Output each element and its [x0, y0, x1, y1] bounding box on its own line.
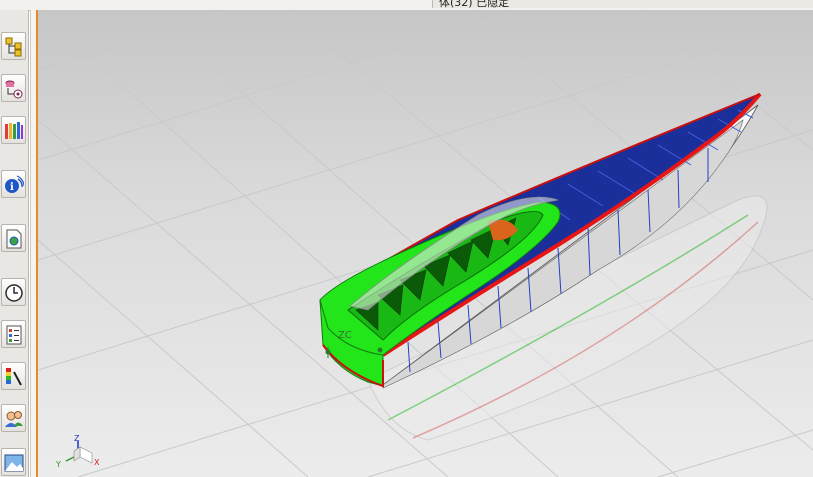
reuse-library-icon [5, 122, 23, 139]
web-browser-button[interactable] [1, 224, 26, 252]
model-view: Z Y X [38, 10, 813, 477]
reuse-library-button[interactable] [1, 116, 26, 144]
hd3d-tools-button[interactable]: i [1, 170, 26, 198]
view-triad: Z Y X [55, 434, 100, 469]
window-title-tab[interactable]: 体(32) 已隐定 [432, 0, 813, 8]
web-page-icon [6, 229, 22, 249]
wcs-zc-label: ZC [338, 330, 352, 341]
history-button[interactable] [1, 278, 26, 306]
color-palette-icon [6, 368, 22, 386]
clock-icon [5, 284, 23, 302]
scene-image-icon [4, 454, 24, 472]
triad-y-label: Y [55, 460, 61, 469]
graphics-viewport[interactable]: Z Y X ZC [38, 10, 813, 477]
roles-button[interactable] [1, 404, 26, 432]
system-scenes-button[interactable] [1, 448, 26, 476]
triad-z-label: Z [74, 434, 80, 443]
triad-x-label: X [94, 458, 100, 467]
assembly-navigator-icon [5, 37, 22, 57]
visualization-button[interactable] [1, 362, 26, 390]
process-studio-button[interactable] [1, 320, 26, 348]
part-navigator-button[interactable] [1, 74, 26, 102]
info-wireless-icon: i [5, 175, 24, 193]
roles-icon [5, 411, 23, 427]
resource-bar: i [0, 10, 29, 477]
assembly-navigator-button[interactable] [1, 32, 26, 60]
part-navigator-icon [5, 80, 23, 99]
checklist-icon [6, 325, 22, 345]
svg-text:i: i [10, 182, 14, 193]
